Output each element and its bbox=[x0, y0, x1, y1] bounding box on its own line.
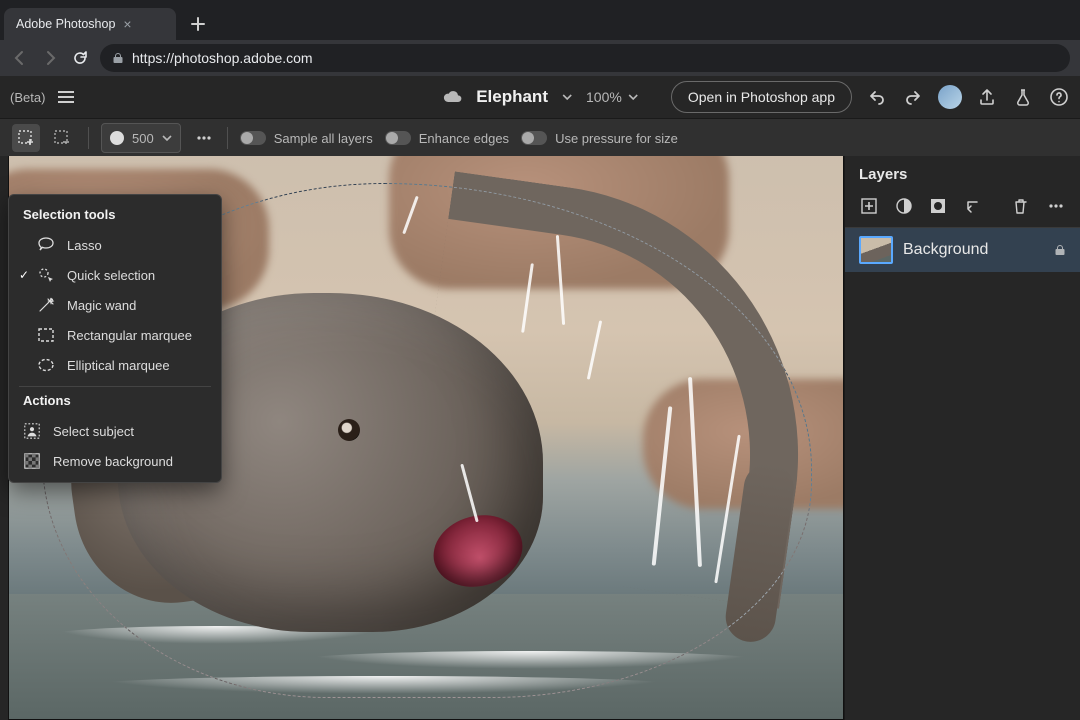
tool-rectangular-marquee[interactable]: Rectangular marquee bbox=[9, 320, 221, 350]
divider bbox=[19, 386, 211, 387]
tool-label: Lasso bbox=[67, 238, 102, 253]
menu-button[interactable] bbox=[55, 86, 77, 108]
sample-all-layers-toggle[interactable]: Sample all layers bbox=[240, 131, 373, 146]
panel-heading: Actions bbox=[23, 393, 207, 408]
zoom-value: 100% bbox=[586, 89, 622, 105]
help-button[interactable] bbox=[1048, 86, 1070, 108]
back-button[interactable] bbox=[10, 48, 30, 68]
clip-layer-button[interactable] bbox=[963, 195, 984, 217]
browser-tab[interactable]: Adobe Photoshop × bbox=[4, 8, 176, 40]
reload-button[interactable] bbox=[70, 48, 90, 68]
more-options-button[interactable] bbox=[193, 127, 215, 149]
add-to-selection-button[interactable] bbox=[12, 124, 40, 152]
enhance-edges-toggle[interactable]: Enhance edges bbox=[385, 131, 509, 146]
toggle-icon bbox=[385, 131, 411, 145]
selection-subtract-icon bbox=[53, 129, 71, 147]
open-in-app-button[interactable]: Open in Photoshop app bbox=[671, 81, 852, 113]
forward-button[interactable] bbox=[40, 48, 60, 68]
rectangular-marquee-icon bbox=[37, 326, 55, 344]
lock-icon bbox=[112, 52, 124, 64]
select-subject-icon bbox=[23, 422, 41, 440]
zoom-dropdown[interactable]: 100% bbox=[586, 89, 638, 105]
chevron-down-icon[interactable] bbox=[562, 92, 572, 102]
hamburger-icon bbox=[58, 88, 74, 106]
canvas-area[interactable]: Selection tools Lasso ✓ Quick selection … bbox=[0, 156, 844, 720]
layers-panel: Layers Background bbox=[844, 156, 1080, 720]
layer-row[interactable]: Background bbox=[845, 228, 1080, 272]
action-select-subject[interactable]: Select subject bbox=[9, 416, 221, 446]
toggle-icon bbox=[240, 131, 266, 145]
toggle-label: Enhance edges bbox=[419, 131, 509, 146]
toggle-icon bbox=[521, 131, 547, 145]
labs-button[interactable] bbox=[1012, 86, 1034, 108]
action-remove-background[interactable]: Remove background bbox=[9, 446, 221, 476]
tool-label: Magic wand bbox=[67, 298, 136, 313]
ellipsis-icon bbox=[195, 129, 213, 147]
app-header: (Beta) Elephant 100% Open in Photoshop a… bbox=[0, 76, 1080, 119]
add-adjustment-button[interactable] bbox=[894, 195, 915, 217]
divider bbox=[88, 127, 89, 149]
divider bbox=[227, 127, 228, 149]
delete-layer-button[interactable] bbox=[1011, 195, 1032, 217]
elliptical-marquee-icon bbox=[37, 356, 55, 374]
options-bar: 500 Sample all layers Enhance edges Use … bbox=[0, 119, 1080, 158]
quick-selection-icon bbox=[37, 266, 55, 284]
add-layer-button[interactable] bbox=[859, 195, 880, 217]
undo-button[interactable] bbox=[866, 86, 888, 108]
lasso-icon bbox=[37, 236, 55, 254]
selection-add-icon bbox=[17, 129, 35, 147]
share-button[interactable] bbox=[976, 86, 998, 108]
action-label: Remove background bbox=[53, 454, 173, 469]
address-bar[interactable]: https://photoshop.adobe.com bbox=[100, 44, 1070, 72]
cloud-icon bbox=[442, 90, 462, 104]
new-tab-button[interactable] bbox=[184, 10, 212, 38]
tool-label: Quick selection bbox=[67, 268, 155, 283]
subtract-from-selection-button[interactable] bbox=[48, 124, 76, 152]
magic-wand-icon bbox=[37, 296, 55, 314]
layer-thumbnail bbox=[859, 236, 893, 264]
tool-elliptical-marquee[interactable]: Elliptical marquee bbox=[9, 350, 221, 380]
brush-preview-icon bbox=[110, 131, 124, 145]
toggle-label: Sample all layers bbox=[274, 131, 373, 146]
remove-background-icon bbox=[23, 452, 41, 470]
layer-name: Background bbox=[903, 241, 988, 259]
tool-quick-selection[interactable]: ✓ Quick selection bbox=[9, 260, 221, 290]
add-mask-button[interactable] bbox=[928, 195, 949, 217]
panel-heading: Selection tools bbox=[23, 207, 207, 222]
action-label: Select subject bbox=[53, 424, 134, 439]
use-pressure-toggle[interactable]: Use pressure for size bbox=[521, 131, 678, 146]
tool-lasso[interactable]: Lasso bbox=[9, 230, 221, 260]
browser-toolbar: https://photoshop.adobe.com bbox=[0, 40, 1080, 76]
tool-label: Elliptical marquee bbox=[67, 358, 170, 373]
redo-button[interactable] bbox=[902, 86, 924, 108]
browser-tabstrip: Adobe Photoshop × bbox=[0, 0, 1080, 40]
layers-menu-button[interactable] bbox=[1046, 195, 1067, 217]
ellipsis-icon bbox=[1047, 197, 1065, 215]
beta-label: (Beta) bbox=[10, 90, 45, 105]
brush-size-dropdown[interactable]: 500 bbox=[101, 123, 181, 153]
document-title[interactable]: Elephant bbox=[476, 87, 548, 107]
tab-title: Adobe Photoshop bbox=[16, 17, 115, 31]
selection-tools-panel: Selection tools Lasso ✓ Quick selection … bbox=[8, 194, 222, 483]
url-text: https://photoshop.adobe.com bbox=[132, 50, 313, 66]
close-tab-icon[interactable]: × bbox=[123, 16, 131, 32]
chevron-down-icon bbox=[162, 133, 172, 143]
layers-title: Layers bbox=[845, 156, 1080, 191]
brush-size-value: 500 bbox=[132, 131, 154, 146]
chevron-down-icon bbox=[628, 92, 638, 102]
tool-magic-wand[interactable]: Magic wand bbox=[9, 290, 221, 320]
tool-label: Rectangular marquee bbox=[67, 328, 192, 343]
toggle-label: Use pressure for size bbox=[555, 131, 678, 146]
lock-icon[interactable] bbox=[1054, 244, 1066, 256]
workspace: Selection tools Lasso ✓ Quick selection … bbox=[0, 156, 1080, 720]
avatar[interactable] bbox=[938, 85, 962, 109]
check-icon: ✓ bbox=[19, 268, 29, 282]
